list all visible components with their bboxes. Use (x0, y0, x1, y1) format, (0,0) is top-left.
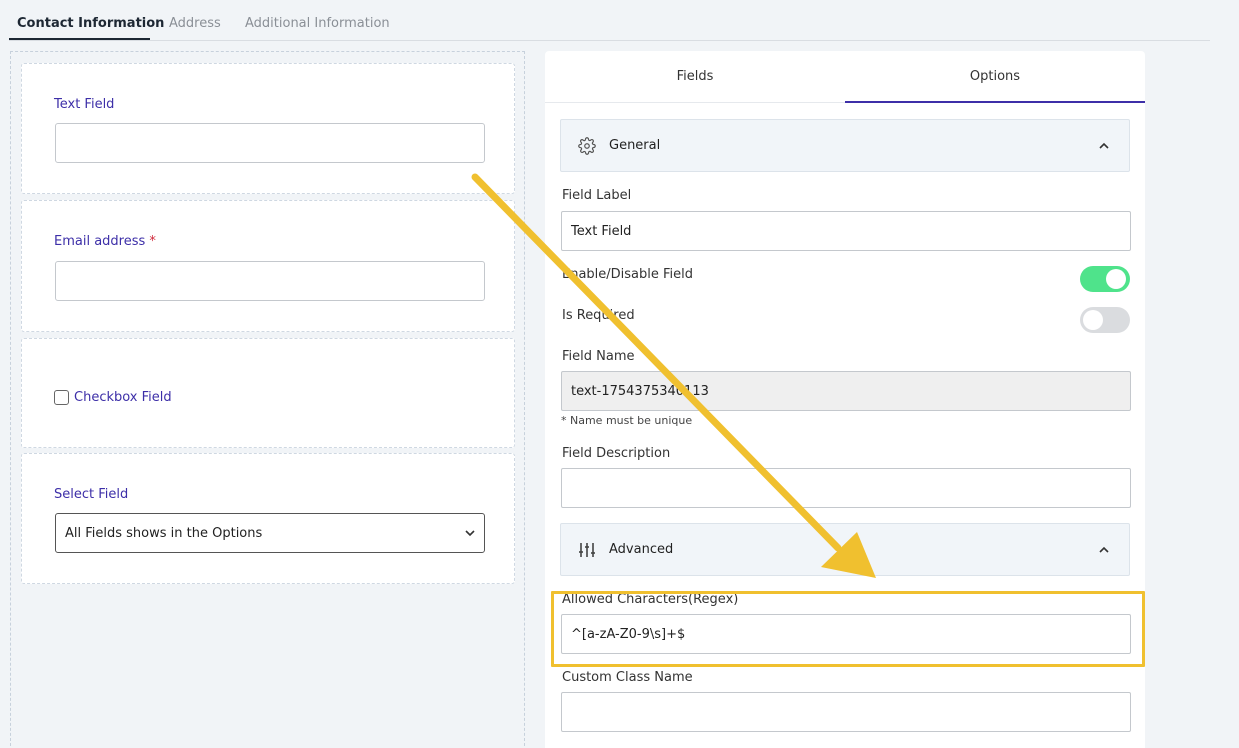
field-name-input: text-1754375340113 (561, 371, 1131, 411)
enable-field-label: Enable/Disable Field (562, 267, 694, 282)
is-required-toggle[interactable] (1080, 307, 1130, 333)
field-description-input[interactable] (561, 468, 1131, 508)
field-name-value: text-1754375340113 (571, 384, 709, 399)
checkbox-field-label: Checkbox Field (74, 390, 172, 405)
regex-value: ^[a-zA-Z0-9\s]+$ (571, 627, 686, 642)
required-mark: * (149, 234, 156, 249)
field-description-label: Field Description (562, 446, 671, 461)
field-name-hint: * Name must be unique (561, 414, 693, 427)
text-field-input[interactable] (55, 123, 485, 163)
sliders-icon (578, 541, 596, 563)
text-field-card[interactable]: Text Field (21, 63, 515, 194)
text-field-label: Text Field (54, 97, 115, 112)
custom-class-label: Custom Class Name (562, 670, 693, 685)
regex-input[interactable]: ^[a-zA-Z0-9\s]+$ (561, 614, 1131, 654)
active-tab-indicator (845, 101, 1145, 103)
email-field-input[interactable] (55, 261, 485, 301)
tab-address[interactable]: Address (169, 16, 221, 31)
field-label-label: Field Label (562, 188, 632, 203)
advanced-section-title: Advanced (609, 542, 674, 557)
select-field-dropdown[interactable]: All Fields shows in the Options (55, 513, 485, 553)
active-tab-underline (9, 38, 150, 40)
email-field-label: Email address * (54, 234, 156, 249)
field-name-label: Field Name (562, 349, 635, 364)
gear-icon (578, 137, 596, 159)
enable-field-toggle[interactable] (1080, 266, 1130, 292)
chevron-up-icon[interactable] (1098, 140, 1110, 156)
advanced-section-header[interactable]: Advanced (560, 523, 1130, 576)
options-panel: Fields Options General Field Label Text … (545, 51, 1145, 748)
select-field-label: Select Field (54, 487, 129, 502)
select-field-card[interactable]: Select Field All Fields shows in the Opt… (21, 453, 515, 584)
custom-class-input[interactable] (561, 692, 1131, 732)
form-canvas: Text Field Email address * Checkbox Fiel… (10, 51, 525, 748)
email-field-card[interactable]: Email address * (21, 200, 515, 332)
tab-options[interactable]: Options (845, 51, 1145, 103)
general-section-title: General (609, 138, 661, 153)
chevron-down-icon (464, 527, 476, 543)
is-required-label: Is Required (562, 308, 635, 323)
field-label-value: Text Field (571, 224, 632, 239)
checkbox-field-card[interactable]: Checkbox Field (21, 338, 515, 448)
checkbox-input[interactable] (54, 390, 69, 405)
step-tabs: Contact Information Address Additional I… (9, 0, 1210, 41)
general-section-header[interactable]: General (560, 119, 1130, 172)
email-label-text: Email address (54, 234, 146, 249)
tab-additional-information[interactable]: Additional Information (245, 16, 390, 31)
regex-label: Allowed Characters(Regex) (562, 592, 739, 607)
select-field-value: All Fields shows in the Options (65, 526, 263, 541)
toggle-knob (1083, 310, 1103, 330)
chevron-up-icon[interactable] (1098, 544, 1110, 560)
tab-fields[interactable]: Fields (545, 51, 845, 103)
toggle-knob (1106, 269, 1126, 289)
field-label-input[interactable]: Text Field (561, 211, 1131, 251)
tab-contact-information[interactable]: Contact Information (17, 16, 164, 31)
